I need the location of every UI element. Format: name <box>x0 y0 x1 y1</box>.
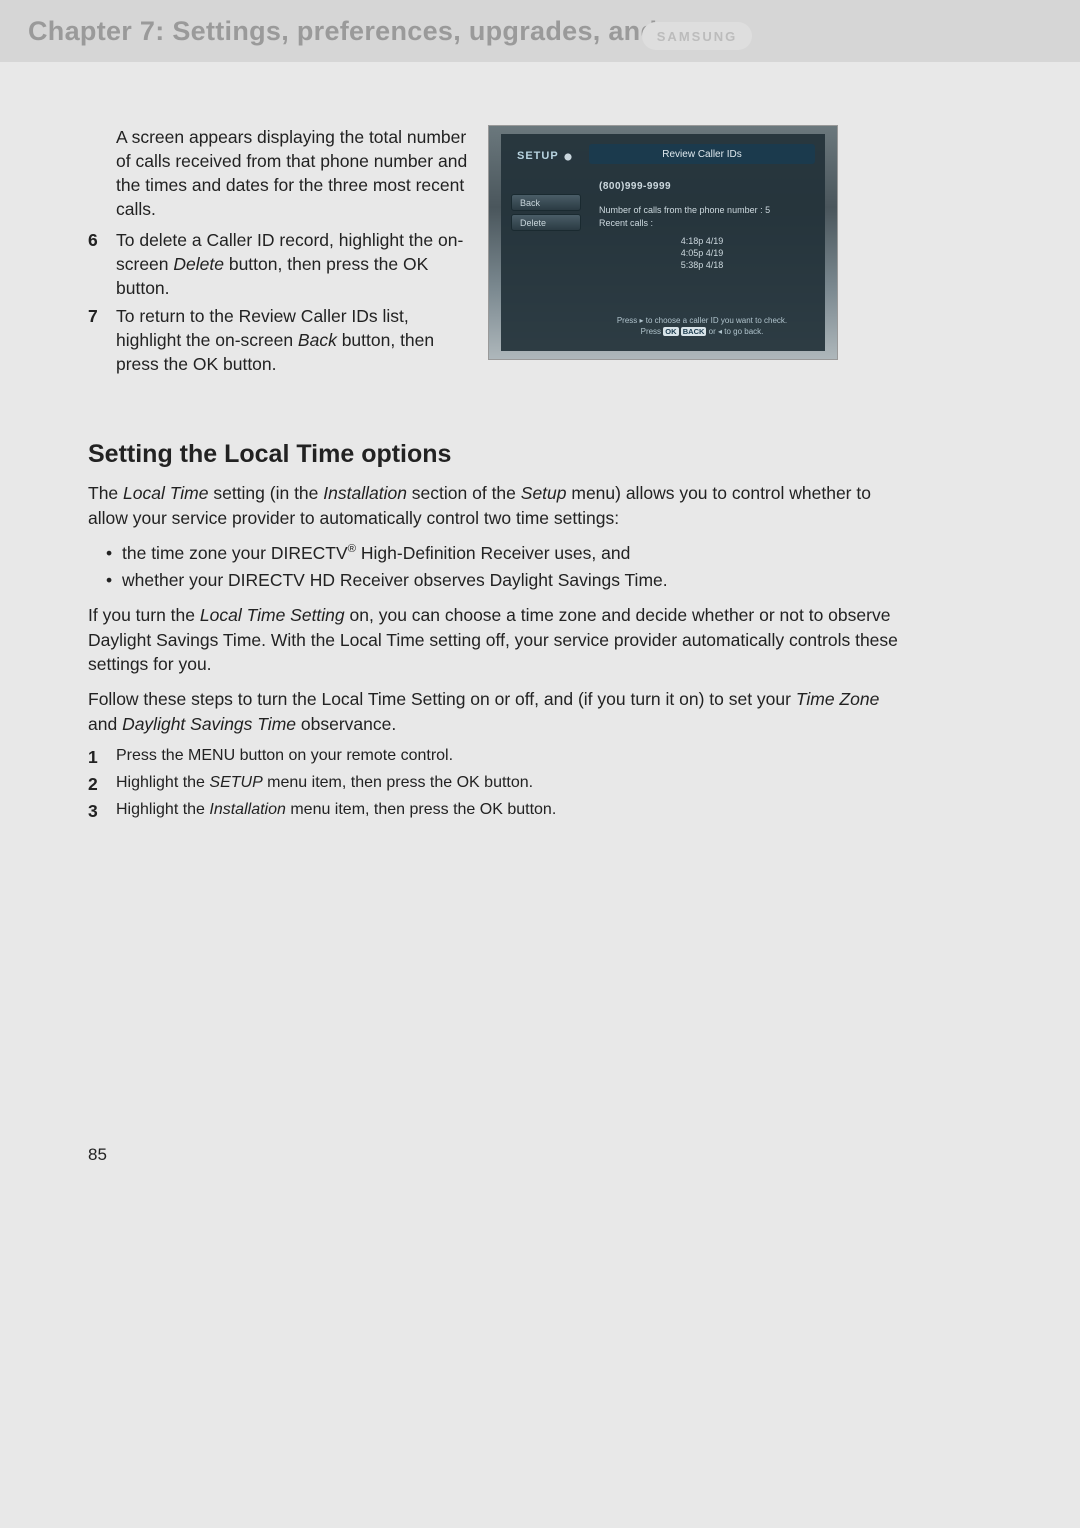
list-item: whether your DIRECTV HD Receiver observe… <box>88 568 903 593</box>
list-item: the time zone your DIRECTV® High-Definit… <box>88 541 903 566</box>
step-body: Press the MENU button on your remote con… <box>116 747 903 765</box>
paragraph: If you turn the Local Time Setting on, y… <box>88 603 903 678</box>
osd-screenshot: SETUP Back Delete Review Caller IDs (800… <box>488 125 838 360</box>
step-body: To return to the Review Caller IDs list,… <box>116 304 468 376</box>
osd-title: Review Caller IDs <box>589 144 815 164</box>
step-number: 1 <box>88 747 116 768</box>
osd-main: (800)999-9999 Number of calls from the p… <box>589 174 815 341</box>
page-number: 85 <box>88 1145 107 1165</box>
osd-recent-times: 4:18p 4/19 4:05p 4/19 5:38p 4/18 <box>599 235 805 271</box>
step-body: Highlight the Installation menu item, th… <box>116 801 903 819</box>
caller-id-text-block: A screen appears displaying the total nu… <box>88 125 468 380</box>
osd-sidebar: SETUP Back Delete <box>511 144 581 341</box>
osd-recent-label: Recent calls : <box>599 217 805 230</box>
osd-back-button[interactable]: Back <box>511 194 581 211</box>
osd-delete-button[interactable]: Delete <box>511 214 581 231</box>
bullet-list: the time zone your DIRECTV® High-Definit… <box>88 541 903 593</box>
step-number: 6 <box>88 228 116 252</box>
dish-icon <box>559 150 577 164</box>
chapter-title: Chapter 7: Settings, preferences, upgrad… <box>28 16 746 47</box>
paragraph: The Local Time setting (in the Installat… <box>88 481 903 531</box>
step-number: 2 <box>88 774 116 795</box>
paragraph: Follow these steps to turn the Local Tim… <box>88 687 903 737</box>
caller-id-intro: A screen appears displaying the total nu… <box>88 125 468 222</box>
osd-footer: Press ▸ to choose a caller ID you want t… <box>589 316 815 337</box>
brand-logo: SAMSUNG <box>642 22 752 50</box>
step-number: 7 <box>88 304 116 328</box>
osd-phone-number: (800)999-9999 <box>599 180 805 194</box>
local-time-section: Setting the Local Time options The Local… <box>88 440 903 822</box>
step-body: To delete a Caller ID record, highlight … <box>116 228 468 300</box>
step-number: 3 <box>88 801 116 822</box>
step-body: Highlight the SETUP menu item, then pres… <box>116 774 903 792</box>
section-heading: Setting the Local Time options <box>88 440 903 469</box>
osd-call-count: Number of calls from the phone number : … <box>599 204 805 217</box>
chapter-header: Chapter 7: Settings, preferences, upgrad… <box>0 0 1080 62</box>
